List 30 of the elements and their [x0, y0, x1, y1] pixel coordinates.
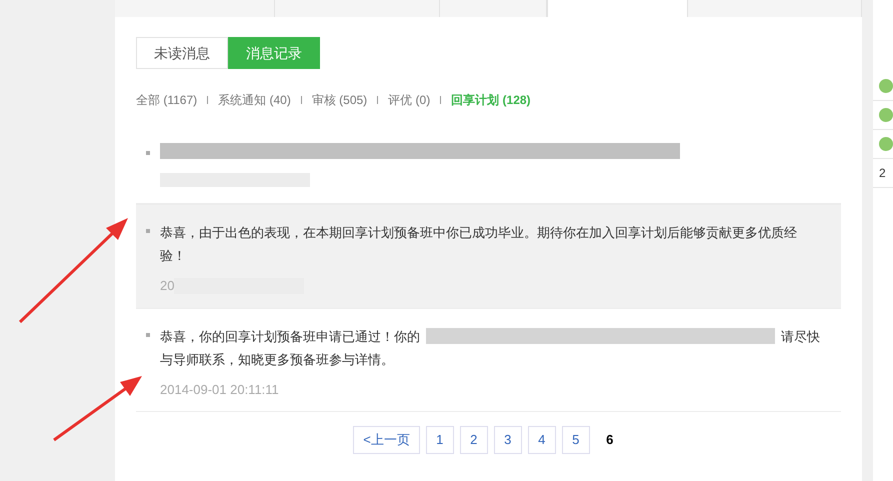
page-link[interactable]: 2 [460, 426, 488, 454]
timestamp: 20 [160, 277, 174, 295]
list-text: 2 [879, 165, 886, 182]
message-tab[interactable]: 未读消息 [136, 37, 228, 69]
page-link[interactable]: 5 [562, 426, 590, 454]
tab[interactable] [275, 0, 440, 17]
page-link[interactable]: 1 [426, 426, 454, 454]
bullet-icon [146, 332, 150, 336]
page-link[interactable]: 4 [528, 426, 556, 454]
page-link[interactable]: 3 [494, 426, 522, 454]
filter-link[interactable]: 评优 (0) [388, 91, 430, 109]
previous-page-link[interactable]: <上一页 [353, 426, 420, 454]
message-text: 恭喜，你的回享计划预备班申请已通过！你的 [160, 328, 420, 346]
tab[interactable] [115, 0, 275, 17]
filter-link[interactable]: 系统通知 (40) [218, 91, 291, 109]
filter-link[interactable]: 审核 (505) [312, 91, 368, 109]
message-text: 恭喜，由于出色的表现，在本期回享计划预备班中你已成功毕业。期待你在加入回享计划后能够贡献更多优质经验！ [160, 224, 798, 265]
timestamp: 2014-09-01 20:11:11 [160, 380, 279, 398]
tab[interactable] [547, 0, 688, 18]
circle-badge-icon [879, 79, 893, 93]
message-text: 与导师联系，知晓更多预备班参与详情。 [160, 350, 394, 368]
bullet-icon [146, 229, 150, 233]
page-link[interactable]: 6 [596, 426, 624, 454]
message-text: 请尽快 [781, 328, 820, 346]
tab[interactable] [440, 0, 547, 17]
bullet-icon [146, 151, 150, 155]
tab[interactable] [688, 0, 862, 17]
filter-link[interactable]: 全部 (1167) [136, 91, 198, 109]
circle-badge-icon [879, 108, 893, 122]
circle-badge-icon [879, 137, 893, 151]
